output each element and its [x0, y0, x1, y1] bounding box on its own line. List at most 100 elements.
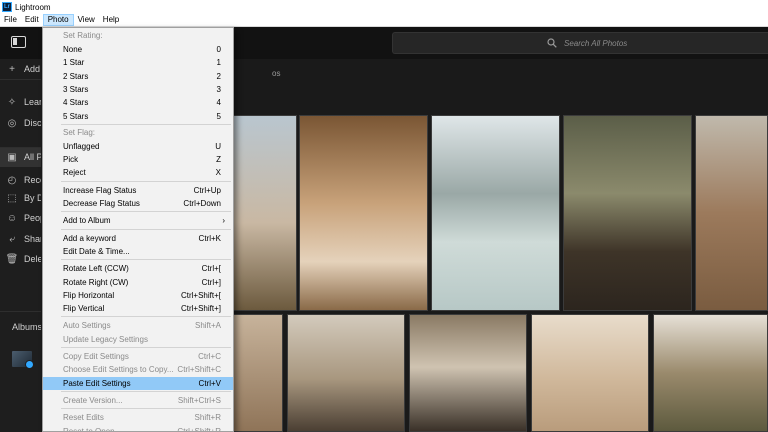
menu-item-label: Paste Edit Settings [63, 378, 131, 388]
menu-item-add-to-album[interactable]: Add to Album › [43, 214, 233, 227]
sidebar-item-shared[interactable]: ⤶ Shared [0, 229, 41, 249]
menu-help[interactable]: Help [99, 14, 123, 26]
menu-item-shortcut: 3 [216, 84, 221, 94]
photo-thumbnail[interactable] [531, 314, 649, 432]
menu-item-paste-edit-settings[interactable]: Paste Edit Settings Ctrl+V [43, 376, 233, 390]
sidebar-item-all-photos[interactable]: ▣ All Photos [0, 147, 41, 167]
albums-header[interactable]: Albums [0, 317, 41, 337]
menu-item-shortcut: Ctrl+Shift+] [180, 304, 221, 314]
sidebar-item-label: Shared [24, 234, 41, 244]
photo-thumbnail[interactable] [233, 115, 297, 311]
menu-item-label: Flip Vertical [63, 304, 105, 314]
sidebar-divider [0, 79, 41, 80]
menu-item-label: Rotate Left (CCW) [63, 264, 129, 274]
sidebar-item-label: Learn [24, 97, 41, 107]
menu-item-shortcut: U [215, 141, 221, 151]
menu-separator [61, 180, 231, 182]
menu-item-1-star[interactable]: 1 Star 1 [43, 56, 233, 69]
sidebar-item-label: By Date [24, 193, 41, 203]
menu-item-4-stars[interactable]: 4 Stars 4 [43, 96, 233, 109]
menu-item-reset-edits: Reset Edits Shift+R [43, 411, 233, 424]
sidebar-icon: ◎ [7, 117, 17, 129]
menu-item-label: Reset to Open [63, 426, 115, 432]
menu-item-shortcut: X [215, 168, 221, 178]
menu-bar: File Edit Photo View Help [0, 14, 768, 27]
menu-item-unflagged[interactable]: Unflagged U [43, 140, 233, 153]
photo-thumbnail[interactable] [409, 314, 527, 432]
title-bar: Lr Lightroom [0, 0, 768, 14]
menu-item-flip-vertical[interactable]: Flip Vertical Ctrl+Shift+] [43, 302, 233, 315]
menu-item-2-stars[interactable]: 2 Stars 2 [43, 70, 233, 83]
menu-item-rotate-right-cw[interactable]: Rotate Right (CW) Ctrl+] [43, 276, 233, 289]
photo-thumbnail[interactable] [695, 115, 768, 311]
menu-item-shortcut: Ctrl+] [201, 277, 221, 287]
menu-item-label: Create Version... [63, 395, 123, 405]
menu-item-label: 3 Stars [63, 84, 89, 94]
photo-thumbnail[interactable] [431, 115, 560, 311]
sidebar-item-label: People [24, 213, 41, 223]
menu-item-decrease-flag-status[interactable]: Decrease Flag Status Ctrl+Down [43, 197, 233, 210]
sidebar-icon: ✧ [7, 96, 17, 108]
search-input[interactable]: Search All Photos [392, 32, 768, 54]
sidebar-icon: ◴ [7, 174, 17, 186]
sidebar-icon: ⬚ [7, 192, 17, 204]
menu-separator [61, 123, 231, 125]
menu-item-auto-settings: Auto Settings Shift+A [43, 319, 233, 332]
menu-photo[interactable]: Photo [42, 14, 74, 26]
menu-item-shortcut: Ctrl+Shift+C [177, 365, 221, 375]
menu-view[interactable]: View [74, 14, 99, 26]
menu-item-pick[interactable]: Pick Z [43, 153, 233, 166]
menu-item-label: Add to Album [63, 216, 111, 226]
menu-item-3-stars[interactable]: 3 Stars 3 [43, 83, 233, 96]
photo-thumbnail[interactable] [299, 115, 428, 311]
toggle-panel-icon[interactable] [11, 36, 26, 48]
menu-item-shortcut: Ctrl+C [198, 352, 221, 361]
menu-item-add-a-keyword[interactable]: Add a keyword Ctrl+K [43, 232, 233, 245]
sidebar-item-recent[interactable]: ◴ Recent [0, 170, 41, 190]
menu-item-shortcut: 2 [216, 71, 221, 81]
menu-item-shortcut: Ctrl+Up [193, 185, 221, 195]
menu-item-shortcut: Z [216, 155, 221, 165]
sidebar-icon: ☺ [6, 212, 18, 224]
menu-item-label: Rotate Right (CW) [63, 277, 129, 287]
sidebar-item-label: Deleted [24, 254, 41, 264]
menu-item-reject[interactable]: Reject X [43, 166, 233, 179]
menu-item-edit-date-time[interactable]: Edit Date & Time... [43, 245, 233, 258]
sidebar-item-label: All Photos [24, 152, 41, 162]
menu-item-flip-horizontal[interactable]: Flip Horizontal Ctrl+Shift+[ [43, 289, 233, 302]
sidebar-item-learn[interactable]: ✧ Learn [0, 92, 41, 112]
search-placeholder: Search All Photos [564, 38, 628, 48]
menu-file[interactable]: File [0, 14, 21, 26]
menu-edit[interactable]: Edit [21, 14, 43, 26]
menu-item-shortcut: Shift+Ctrl+S [177, 395, 221, 405]
grid-header-text: os [272, 69, 281, 78]
photo-thumbnail[interactable] [233, 314, 283, 432]
menu-item-label: 4 Stars [63, 98, 89, 108]
sidebar-item-by-date[interactable]: ⬚ By Date [0, 188, 41, 208]
menu-item-increase-flag-status[interactable]: Increase Flag Status Ctrl+Up [43, 184, 233, 197]
sidebar-item-add-photos[interactable]: + Add Photos [0, 59, 41, 79]
menu-section-header: Set Flag: [63, 127, 96, 137]
album-thumbnail[interactable] [12, 351, 34, 369]
menu-item-shortcut: 4 [216, 98, 221, 108]
menu-item-shortcut: Ctrl+K [198, 233, 221, 243]
sidebar-item-deleted[interactable]: 🗑 Deleted [0, 249, 41, 269]
photo-thumbnail[interactable] [563, 115, 692, 311]
sidebar-icon: + [9, 63, 15, 75]
lightroom-app-icon: Lr [2, 2, 12, 12]
sidebar-item-discover[interactable]: ◎ Discover [0, 113, 41, 133]
menu-item-shortcut: Shift+R [194, 413, 221, 423]
menu-separator [61, 211, 231, 213]
menu-item-none[interactable]: None 0 [43, 43, 233, 56]
sidebar-item-label: Recent [24, 175, 41, 185]
menu-item-shortcut: Ctrl+V [198, 378, 221, 388]
sidebar-item-people[interactable]: ☺ People [0, 208, 41, 228]
sidebar-divider [0, 311, 41, 312]
menu-item-5-stars[interactable]: 5 Stars 5 [43, 110, 233, 123]
photo-thumbnail[interactable] [287, 314, 405, 432]
menu-item-choose-edit-settings-to-copy: Choose Edit Settings to Copy... Ctrl+Shif… [43, 363, 233, 376]
menu-item-rotate-left-ccw[interactable]: Rotate Left (CCW) Ctrl+[ [43, 262, 233, 275]
menu-item-label: Copy Edit Settings [63, 352, 129, 361]
photo-thumbnail[interactable] [653, 314, 768, 432]
photo-menu-dropdown: Set Rating: None 0 1 Star 1 2 Stars 2 3 Stars 3 4… [42, 27, 234, 432]
